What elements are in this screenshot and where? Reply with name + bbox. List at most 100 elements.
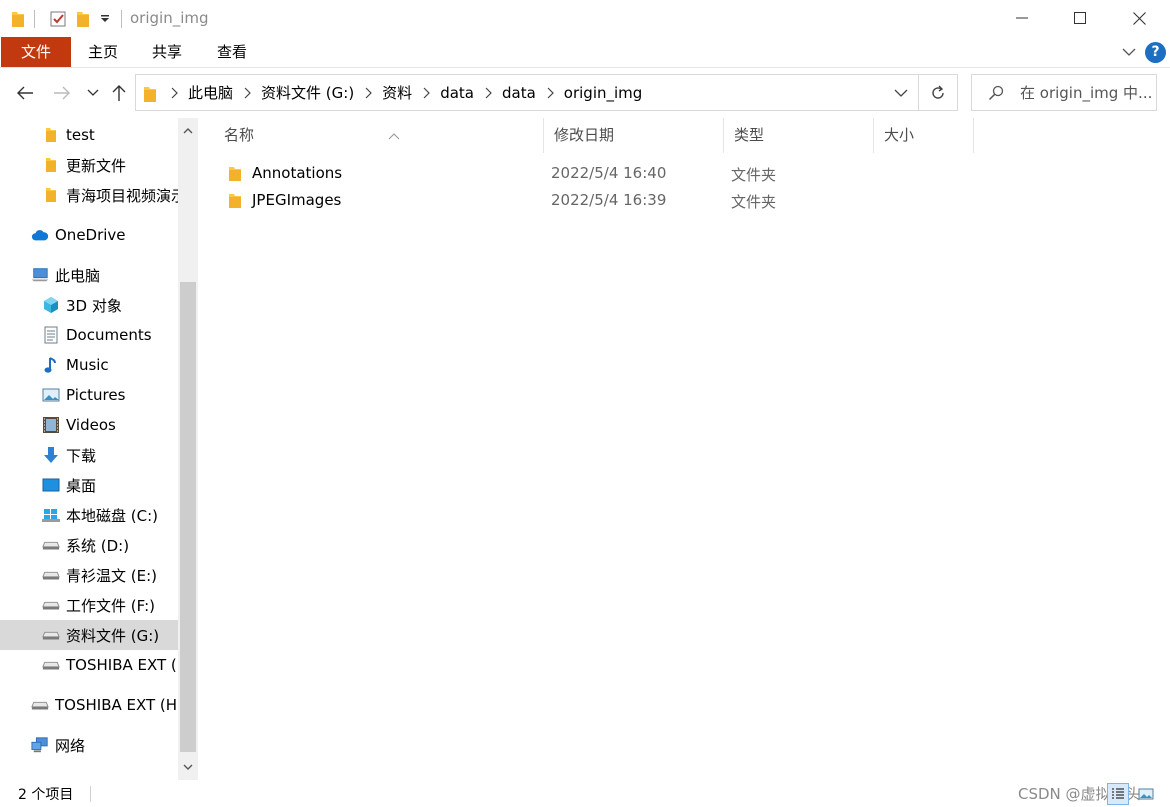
tab-home[interactable]: 主页 — [88, 37, 118, 67]
nav-item-label: 本地磁盘 (C:) — [66, 506, 158, 525]
up-button[interactable] — [108, 81, 130, 105]
nav-item-drive-e[interactable]: 青衫温文 (E:) — [0, 560, 178, 590]
navigation-pane-scrollbar[interactable] — [178, 118, 198, 780]
column-header-label: 名称 — [224, 126, 255, 144]
details-view-icon — [1112, 788, 1124, 799]
ribbon-tabs: 文件 主页 共享 查看 ? — [0, 37, 1170, 68]
table-row[interactable]: Annotations 2022/5/4 16:40 文件夹 — [220, 161, 980, 187]
nav-item-3d-objects[interactable]: 3D 对象 — [0, 290, 178, 320]
tab-file[interactable]: 文件 — [1, 37, 71, 67]
nav-item-desktop[interactable]: 桌面 — [0, 470, 178, 500]
refresh-button[interactable] — [919, 74, 958, 111]
status-divider — [90, 786, 91, 802]
chevron-right-icon[interactable] — [166, 87, 182, 99]
file-type: 文件夹 — [731, 193, 777, 211]
chevron-right-icon[interactable] — [360, 87, 376, 99]
nav-item-pictures[interactable]: Pictures — [0, 380, 178, 410]
nav-item-label: 下载 — [66, 446, 97, 465]
column-header-type[interactable]: 类型 — [724, 118, 874, 153]
breadcrumb-origin-img[interactable]: origin_img — [558, 84, 649, 102]
forward-arrow-icon — [54, 86, 70, 100]
address-history-chevron-down-icon[interactable] — [894, 85, 908, 103]
nav-item-label: Videos — [66, 416, 116, 434]
nav-item-label: 3D 对象 — [66, 296, 122, 315]
chevron-right-icon[interactable] — [542, 87, 558, 99]
nav-item-downloads[interactable]: 下载 — [0, 440, 178, 470]
tab-share[interactable]: 共享 — [152, 37, 182, 67]
nav-item-drive-g[interactable]: 资料文件 (G:) — [0, 620, 178, 650]
this-pc-icon — [31, 266, 49, 284]
folder-icon — [228, 166, 242, 186]
maximize-button[interactable] — [1051, 0, 1109, 36]
file-type: 文件夹 — [731, 166, 777, 184]
up-arrow-icon — [112, 85, 126, 101]
chevron-right-icon[interactable] — [239, 87, 255, 99]
videos-icon — [42, 416, 60, 434]
refresh-icon — [932, 85, 944, 99]
column-header-date[interactable]: 修改日期 — [544, 118, 724, 153]
nav-item-music[interactable]: Music — [0, 350, 178, 380]
nav-item-videos[interactable]: Videos — [0, 410, 178, 440]
download-arrow-icon — [42, 446, 60, 464]
nav-item-onedrive[interactable]: OneDrive — [0, 220, 178, 250]
navigation-bar: 此电脑 资料文件 (G:) 资料 data data origin_img — [0, 68, 1170, 118]
scroll-up-chevron-icon[interactable] — [178, 118, 198, 144]
breadcrumb-this-pc[interactable]: 此电脑 — [182, 82, 239, 103]
close-button[interactable] — [1109, 0, 1170, 36]
tab-view[interactable]: 查看 — [217, 37, 247, 67]
address-bar[interactable]: 此电脑 资料文件 (G:) 资料 data data origin_img — [135, 74, 919, 111]
recent-locations-button[interactable] — [84, 81, 102, 105]
nav-item-test[interactable]: test — [0, 120, 178, 150]
breadcrumb-drive-g[interactable]: 资料文件 (G:) — [255, 82, 360, 103]
back-button[interactable] — [14, 81, 36, 105]
breadcrumb-data-2[interactable]: data — [496, 84, 542, 102]
search-box[interactable] — [971, 74, 1157, 111]
table-row[interactable]: JPEGImages 2022/5/4 16:39 文件夹 — [220, 188, 980, 214]
forward-button[interactable] — [51, 81, 73, 105]
help-icon[interactable]: ? — [1145, 42, 1166, 63]
details-view-button[interactable] — [1107, 783, 1129, 805]
nav-item-drive-c[interactable]: 本地磁盘 (C:) — [0, 500, 178, 530]
folder-icon — [42, 156, 60, 174]
nav-item-drive-h-root[interactable]: TOSHIBA EXT (H:) — [0, 690, 178, 720]
scrollbar-thumb[interactable] — [180, 282, 196, 752]
nav-item-label: 青衫温文 (E:) — [66, 566, 158, 585]
scroll-down-chevron-icon[interactable] — [178, 754, 198, 780]
column-header-label: 大小 — [884, 126, 915, 144]
column-header-label: 修改日期 — [554, 126, 615, 144]
onedrive-cloud-icon — [31, 226, 49, 244]
breadcrumb-ziliao[interactable]: 资料 — [376, 82, 418, 103]
maximize-icon — [1074, 12, 1086, 24]
network-icon — [31, 736, 49, 754]
status-bar: 2 个项目 CSDN @虚拟掉头 — [0, 780, 1170, 807]
minimize-icon — [1016, 17, 1028, 19]
breadcrumb-data[interactable]: data — [434, 84, 480, 102]
nav-item-drive-d[interactable]: 系统 (D:) — [0, 530, 178, 560]
nav-item-network[interactable]: 网络 — [0, 730, 178, 760]
nav-item-label: 系统 (D:) — [66, 536, 130, 555]
search-input[interactable] — [1020, 75, 1154, 110]
large-icons-view-button[interactable] — [1135, 783, 1157, 805]
column-header-name[interactable]: 名称 — [214, 118, 544, 153]
customize-toolbar-dropdown-icon[interactable] — [99, 9, 111, 29]
new-folder-icon[interactable] — [76, 9, 90, 29]
nav-item-label: Documents — [66, 326, 152, 344]
properties-check-icon[interactable] — [49, 9, 67, 29]
nav-item-label: 更新文件 — [66, 156, 127, 175]
nav-item-this-pc[interactable]: 此电脑 — [0, 260, 178, 290]
minimize-button[interactable] — [993, 0, 1051, 36]
column-header-size[interactable]: 大小 — [874, 118, 974, 153]
expand-ribbon-chevron-icon[interactable] — [1121, 45, 1137, 63]
nav-item-qinghai[interactable]: 青海项目视频演示 — [0, 180, 178, 210]
nav-item-drive-f[interactable]: 工作文件 (F:) — [0, 590, 178, 620]
chevron-right-icon[interactable] — [418, 87, 434, 99]
quick-access-folder-icon[interactable] — [11, 9, 25, 29]
nav-item-label: 工作文件 (F:) — [66, 596, 155, 615]
nav-item-gengxin[interactable]: 更新文件 — [0, 150, 178, 180]
chevron-right-icon[interactable] — [480, 87, 496, 99]
folder-icon — [42, 126, 60, 144]
nav-item-label: 网络 — [55, 736, 86, 755]
nav-item-drive-h[interactable]: TOSHIBA EXT (H:) — [0, 650, 178, 680]
drive-icon — [42, 566, 60, 584]
nav-item-documents[interactable]: Documents — [0, 320, 178, 350]
